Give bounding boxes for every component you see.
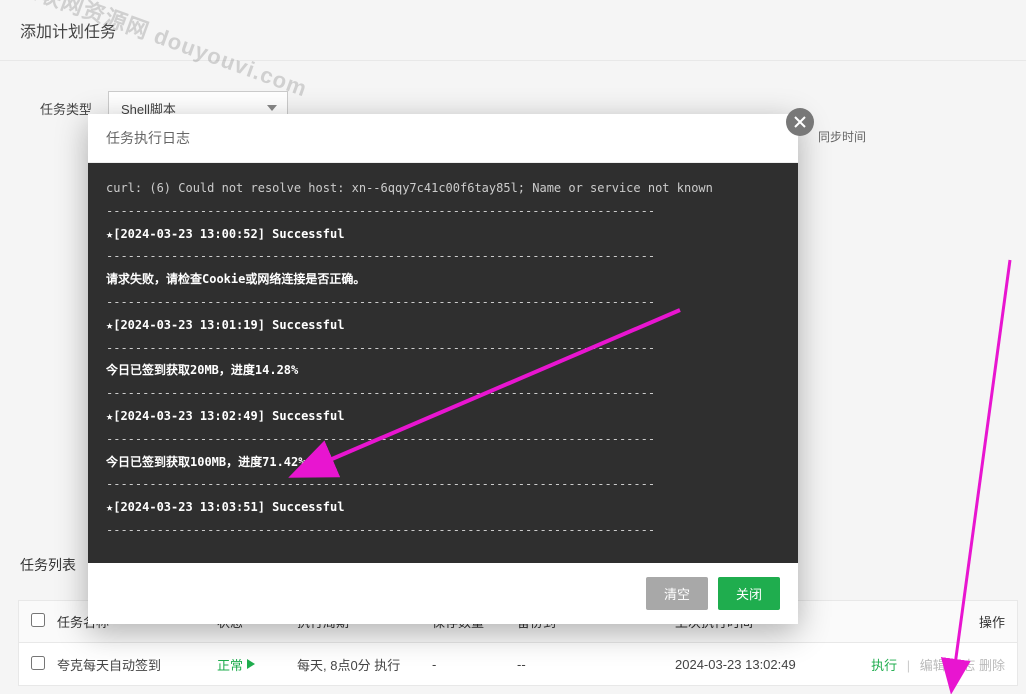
status-badge: 正常: [217, 655, 255, 674]
other-ops[interactable]: 编辑 日志 删除: [920, 658, 1005, 673]
log-modal: 任务执行日志 curl: (6) Could not resolve host:…: [88, 114, 798, 624]
op-separator: |: [907, 658, 910, 673]
task-type-label: 任务类型: [40, 99, 92, 118]
close-button[interactable]: 关闭: [718, 577, 780, 610]
row-checkbox[interactable]: [31, 656, 45, 670]
modal-title: 任务执行日志: [88, 114, 798, 163]
page-title: 添加计划任务: [0, 0, 1026, 61]
task-cycle: 每天, 8点0分 执行: [297, 655, 432, 674]
clear-button[interactable]: 清空: [646, 577, 708, 610]
task-keep: -: [432, 657, 517, 672]
table-row: 夸克每天自动签到 正常 每天, 8点0分 执行 - -- 2024-03-23 …: [19, 643, 1017, 685]
col-header-ops: 操作: [861, 612, 1017, 631]
close-icon[interactable]: [786, 108, 814, 136]
status-text: 正常: [217, 655, 243, 674]
task-lasttime: 2024-03-23 13:02:49: [675, 657, 861, 672]
play-icon: [247, 659, 255, 669]
select-all-checkbox[interactable]: [31, 613, 45, 627]
task-list-header: 任务列表: [20, 555, 76, 575]
task-name: 夸克每天自动签到: [57, 655, 217, 674]
log-output[interactable]: curl: (6) Could not resolve host: xn--6q…: [88, 163, 798, 563]
modal-footer: 清空 关闭: [88, 563, 798, 624]
task-backup: --: [517, 657, 675, 672]
chevron-down-icon: [267, 105, 277, 111]
execute-link[interactable]: 执行: [871, 658, 897, 673]
sync-time-label: 同步时间: [818, 128, 866, 145]
